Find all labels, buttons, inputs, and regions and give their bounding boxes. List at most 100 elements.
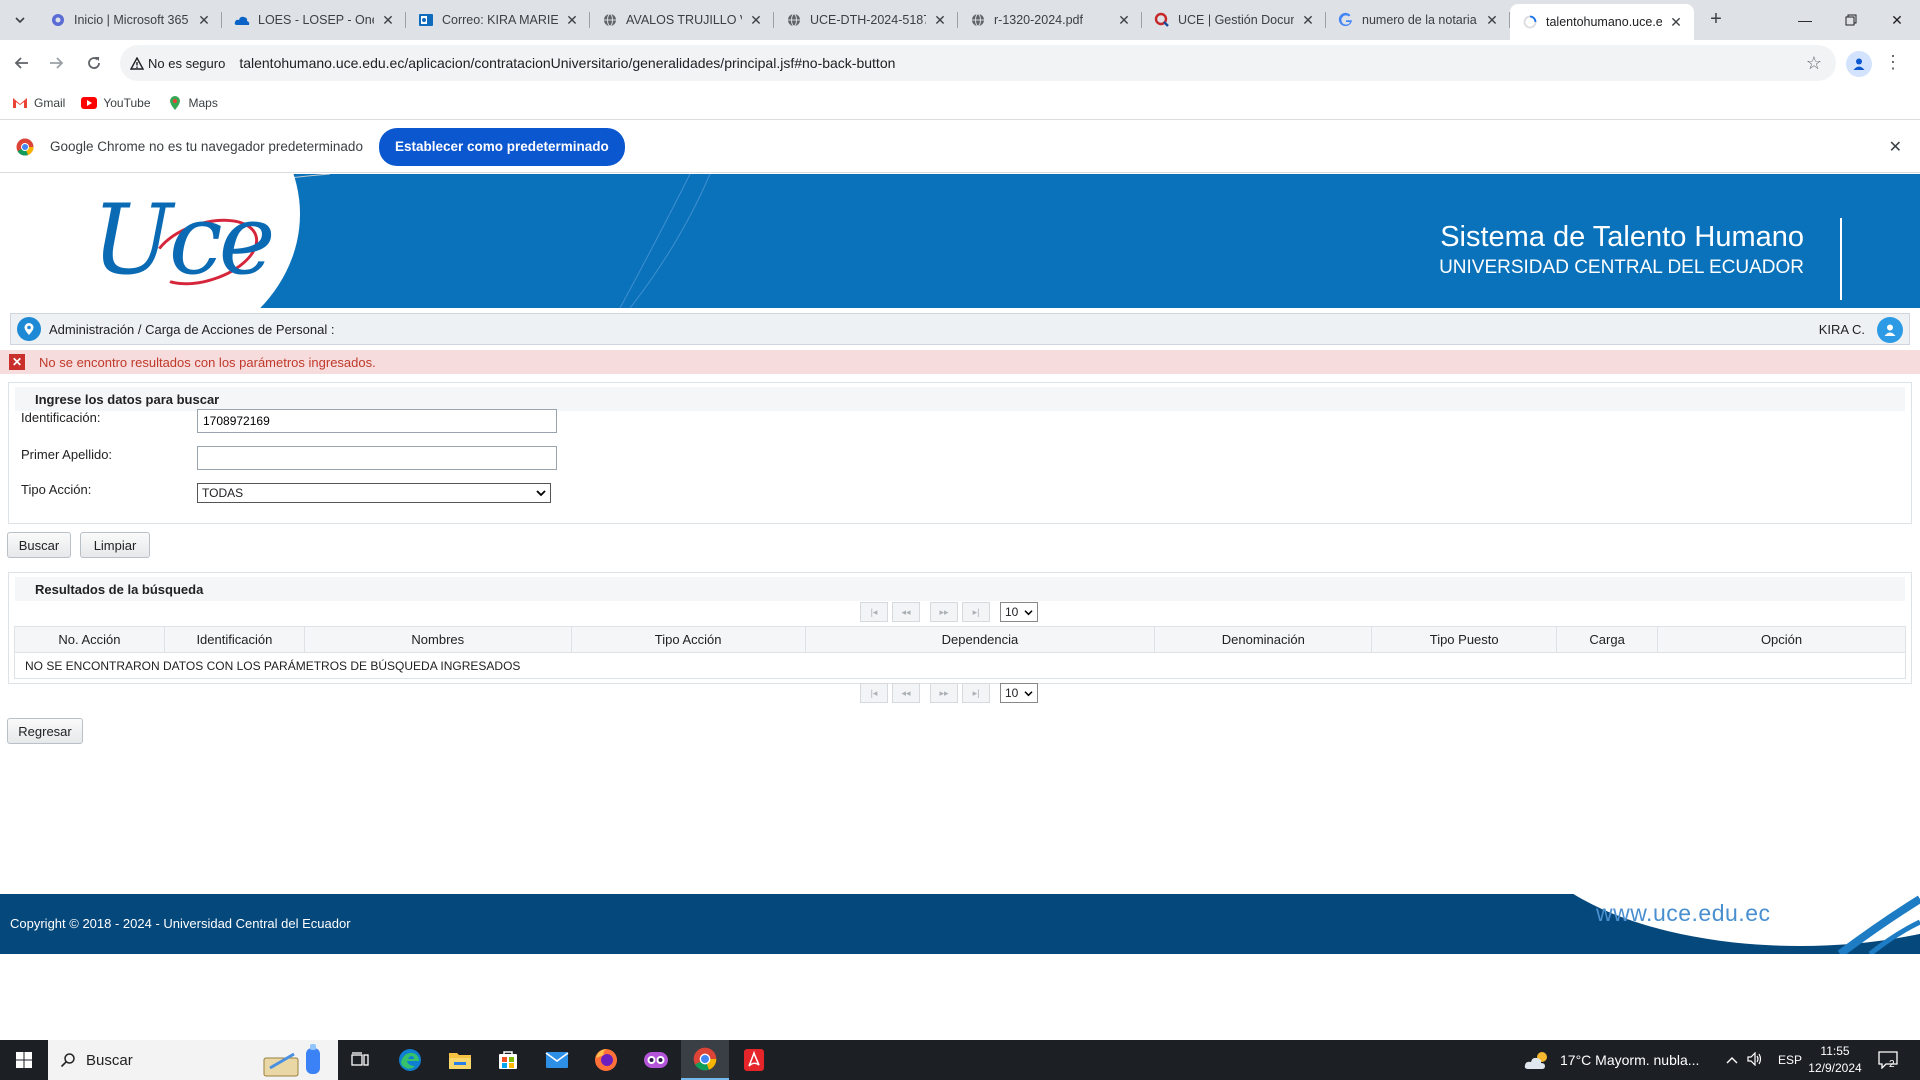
taskbar-copilot[interactable] <box>632 1040 680 1080</box>
taskbar-mail[interactable] <box>533 1040 581 1080</box>
prev-page-button[interactable]: ◂◂ <box>892 683 920 703</box>
notification-count: 2 <box>1889 1059 1895 1070</box>
close-icon[interactable]: ✕ <box>564 12 580 28</box>
google-icon <box>1338 12 1354 28</box>
close-icon[interactable]: ✕ <box>1484 12 1500 28</box>
speaker-icon[interactable] <box>1742 1051 1768 1069</box>
next-page-button[interactable]: ▸▸ <box>930 683 958 703</box>
security-label: No es seguro <box>148 55 226 71</box>
column-header[interactable]: Opción <box>1657 626 1906 653</box>
task-view-button[interactable] <box>336 1040 384 1080</box>
page-size-select[interactable]: 10 <box>1000 683 1038 703</box>
chevron-down-icon <box>1024 609 1033 615</box>
close-icon[interactable]: ✕ <box>196 12 212 28</box>
first-page-button[interactable]: |◂ <box>860 683 888 703</box>
user-avatar-icon[interactable] <box>1877 317 1903 343</box>
regresar-button[interactable]: Regresar <box>7 718 83 744</box>
close-icon[interactable]: ✕ <box>380 12 396 28</box>
profile-button[interactable] <box>1846 51 1872 77</box>
new-tab-button[interactable]: + <box>1704 8 1728 32</box>
copyright-text: Copyright © 2018 - 2024 - Universidad Ce… <box>10 916 351 931</box>
tab-outlook[interactable]: Correo: KIRA MARIEL ✕ <box>406 0 590 40</box>
bookmark-youtube[interactable]: YouTube <box>81 95 151 111</box>
loading-icon <box>1522 14 1538 30</box>
taskbar-firefox[interactable] <box>582 1040 630 1080</box>
breadcrumb-bar: Administración / Carga de Acciones de Pe… <box>10 313 1910 345</box>
column-header[interactable]: Dependencia <box>804 626 1156 653</box>
firefox-icon <box>595 1049 617 1071</box>
tab-gestion-documental[interactable]: UCE | Gestión Docum ✕ <box>1142 0 1326 40</box>
identificacion-input[interactable] <box>197 409 557 433</box>
microsoft-365-icon <box>50 12 66 28</box>
tab-google-search[interactable]: numero de la notaria ✕ <box>1326 0 1510 40</box>
search-placeholder: Buscar <box>86 1051 133 1069</box>
primer-apellido-input[interactable] <box>197 446 557 470</box>
tab-microsoft-365[interactable]: Inicio | Microsoft 365 ✕ <box>38 0 222 40</box>
menu-kebab-icon[interactable]: ⋮ <box>1884 52 1902 72</box>
star-icon[interactable]: ☆ <box>1806 53 1822 74</box>
notification-center-button[interactable]: 2 <box>1876 1048 1900 1072</box>
taskbar-store[interactable] <box>484 1040 532 1080</box>
user-name[interactable]: KIRA C. <box>1819 322 1865 337</box>
last-page-button[interactable]: ▸| <box>962 683 990 703</box>
column-header[interactable]: Carga <box>1556 626 1659 653</box>
tipo-accion-select[interactable]: TODAS <box>197 483 551 503</box>
taskbar-chrome[interactable] <box>681 1040 729 1080</box>
taskbar-clock[interactable]: 11:55 12/9/2024 <box>1800 1043 1870 1077</box>
column-header[interactable]: No. Acción <box>14 626 165 653</box>
bookmark-maps[interactable]: Maps <box>167 95 218 111</box>
minimize-button[interactable]: — <box>1782 0 1828 40</box>
tab-title: Inicio | Microsoft 365 <box>74 13 189 27</box>
restore-button[interactable] <box>1828 0 1874 40</box>
weather-widget[interactable]: 17°C Mayorm. nubla... <box>1524 1040 1699 1080</box>
taskbar-edge[interactable] <box>386 1040 434 1080</box>
close-icon[interactable]: ✕ <box>1668 14 1684 30</box>
tab-avalos[interactable]: AVALOS TRUJILLO VA ✕ <box>590 0 774 40</box>
empty-results-message: NO SE ENCONTRARON DATOS CON LOS PARÁMETR… <box>14 652 1906 679</box>
tab-uce-dth[interactable]: UCE-DTH-2024-5187 ✕ <box>774 0 958 40</box>
limpiar-button[interactable]: Limpiar <box>80 532 150 558</box>
tab-onedrive[interactable]: LOES - LOSEP - OneD ✕ <box>222 0 406 40</box>
close-icon[interactable]: ✕ <box>1116 12 1132 28</box>
website-link[interactable]: www.uce.edu.ec <box>1596 900 1770 927</box>
search-icon <box>60 1053 75 1068</box>
tab-title: r-1320-2024.pdf <box>994 13 1083 27</box>
next-page-button[interactable]: ▸▸ <box>930 602 958 622</box>
maps-icon <box>167 95 183 111</box>
taskbar-search[interactable]: Buscar <box>48 1040 338 1080</box>
taskbar-acrobat[interactable] <box>730 1040 778 1080</box>
tab-title: AVALOS TRUJILLO VA <box>626 13 742 27</box>
security-indicator[interactable]: No es seguro <box>130 56 225 71</box>
prev-page-button[interactable]: ◂◂ <box>892 602 920 622</box>
forward-button[interactable] <box>42 49 70 77</box>
close-icon[interactable]: ✕ <box>1889 137 1902 157</box>
last-page-button[interactable]: ▸| <box>962 602 990 622</box>
chevron-up-icon[interactable] <box>1722 1053 1742 1067</box>
close-icon[interactable]: ✕ <box>748 12 764 28</box>
close-icon[interactable]: ✕ <box>1300 12 1316 28</box>
column-header[interactable]: Denominación <box>1154 626 1373 653</box>
column-header[interactable]: Tipo Puesto <box>1371 626 1558 653</box>
address-bar[interactable]: No es seguro talentohumano.uce.edu.ec/ap… <box>120 45 1836 81</box>
column-header[interactable]: Tipo Acción <box>570 626 806 653</box>
close-icon[interactable]: ✕ <box>932 12 948 28</box>
task-view-icon <box>351 1052 369 1066</box>
taskbar-file-explorer[interactable] <box>436 1040 484 1080</box>
first-page-button[interactable]: |◂ <box>860 602 888 622</box>
start-button[interactable] <box>0 1040 48 1080</box>
tab-talento-humano[interactable]: talentohumano.uce.e ✕ <box>1510 4 1694 40</box>
bookmark-gmail[interactable]: Gmail <box>12 95 65 111</box>
back-button[interactable] <box>8 49 36 77</box>
close-window-button[interactable]: ✕ <box>1874 0 1920 40</box>
globe-icon <box>970 12 986 28</box>
reload-button[interactable] <box>80 49 108 77</box>
set-default-button[interactable]: Establecer como predeterminado <box>378 127 625 166</box>
buscar-button[interactable]: Buscar <box>7 532 71 558</box>
tab-search-button[interactable] <box>8 8 32 32</box>
tab-pdf[interactable]: r-1320-2024.pdf ✕ <box>958 0 1142 40</box>
column-header[interactable]: Nombres <box>303 626 572 653</box>
page-size-select[interactable]: 10 <box>1000 602 1038 622</box>
decorative-lines <box>1837 895 1920 954</box>
tab-title: talentohumano.uce.e <box>1546 15 1662 29</box>
column-header[interactable]: Identificación <box>163 626 305 653</box>
